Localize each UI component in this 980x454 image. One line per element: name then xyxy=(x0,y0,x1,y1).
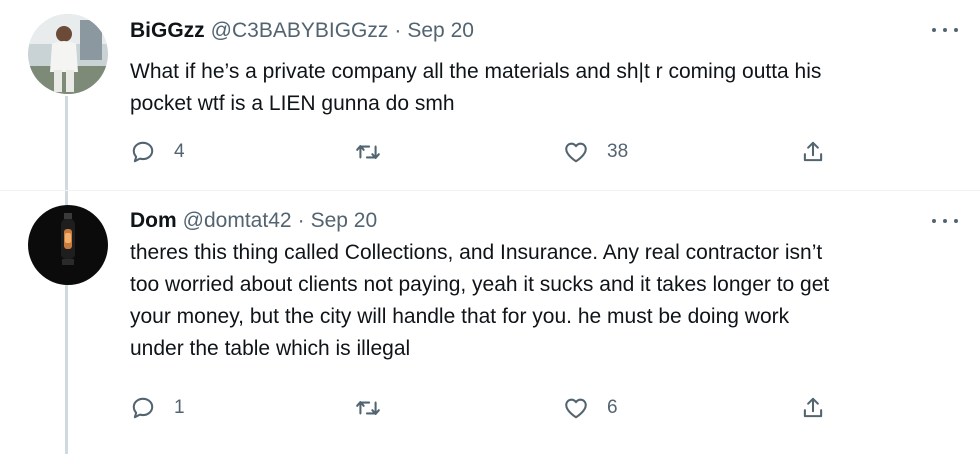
tweet[interactable]: Dom @domtat42 · Sep 20 theres this thing… xyxy=(0,191,980,454)
reply-button[interactable]: 4 xyxy=(130,137,185,167)
reply-count: 4 xyxy=(174,141,185,162)
retweet-icon xyxy=(356,145,380,159)
tweet-text-line: under the table which is illegal xyxy=(130,337,411,360)
tweet-date[interactable]: Sep 20 xyxy=(407,19,474,43)
tweet-date[interactable]: Sep 20 xyxy=(311,209,378,233)
separator-dot: · xyxy=(297,209,305,232)
avatar[interactable] xyxy=(28,205,108,285)
person-photo-avatar-icon xyxy=(28,14,108,94)
separator-dot: · xyxy=(394,19,402,42)
tweet-actions: 4 38 xyxy=(130,137,850,167)
share-button[interactable] xyxy=(800,137,826,167)
dark-lantern-avatar-icon xyxy=(28,205,108,285)
reply-button[interactable]: 1 xyxy=(130,393,185,423)
tweet-header: BiGGzz @C3BABYBIGGzz · Sep 20 xyxy=(130,17,474,45)
reply-icon xyxy=(132,141,154,163)
tweet-text-line: too worried about clients not paying, ye… xyxy=(130,273,830,296)
tweet-text-line: your money, but the city will handle tha… xyxy=(130,305,790,328)
more-icon[interactable] xyxy=(932,211,958,231)
user-handle[interactable]: @C3BABYBIGGzz xyxy=(211,19,389,43)
tweet-header: Dom @domtat42 · Sep 20 xyxy=(130,207,377,235)
tweet-text: What if he’s a private company all the m… xyxy=(130,56,960,120)
share-button[interactable] xyxy=(800,393,826,423)
reply-icon xyxy=(132,397,154,419)
tweet-text-line: theres this thing called Collections, an… xyxy=(130,241,823,264)
like-count: 38 xyxy=(607,141,629,162)
share-icon xyxy=(803,397,823,418)
like-button[interactable]: 38 xyxy=(563,137,628,167)
tweet-text: theres this thing called Collections, an… xyxy=(130,237,960,365)
share-icon xyxy=(803,141,823,162)
more-icon[interactable] xyxy=(932,20,958,40)
tweet-text-line: pocket wtf is a LIEN gunna do smh xyxy=(130,92,455,115)
display-name[interactable]: BiGGzz xyxy=(130,19,205,43)
like-button[interactable]: 6 xyxy=(563,393,618,423)
tweet-actions: 1 6 xyxy=(130,393,850,423)
reply-count: 1 xyxy=(174,397,185,418)
tweet[interactable]: BiGGzz @C3BABYBIGGzz · Sep 20 What if he… xyxy=(0,0,980,191)
retweet-button[interactable] xyxy=(355,393,399,423)
retweet-button[interactable] xyxy=(355,137,399,167)
heart-icon xyxy=(565,398,587,419)
heart-icon xyxy=(565,142,587,163)
avatar[interactable] xyxy=(28,14,108,94)
user-handle[interactable]: @domtat42 xyxy=(183,209,292,233)
tweet-text-line: What if he’s a private company all the m… xyxy=(130,60,822,83)
like-count: 6 xyxy=(607,397,618,418)
display-name[interactable]: Dom xyxy=(130,209,177,233)
retweet-icon xyxy=(356,401,380,415)
